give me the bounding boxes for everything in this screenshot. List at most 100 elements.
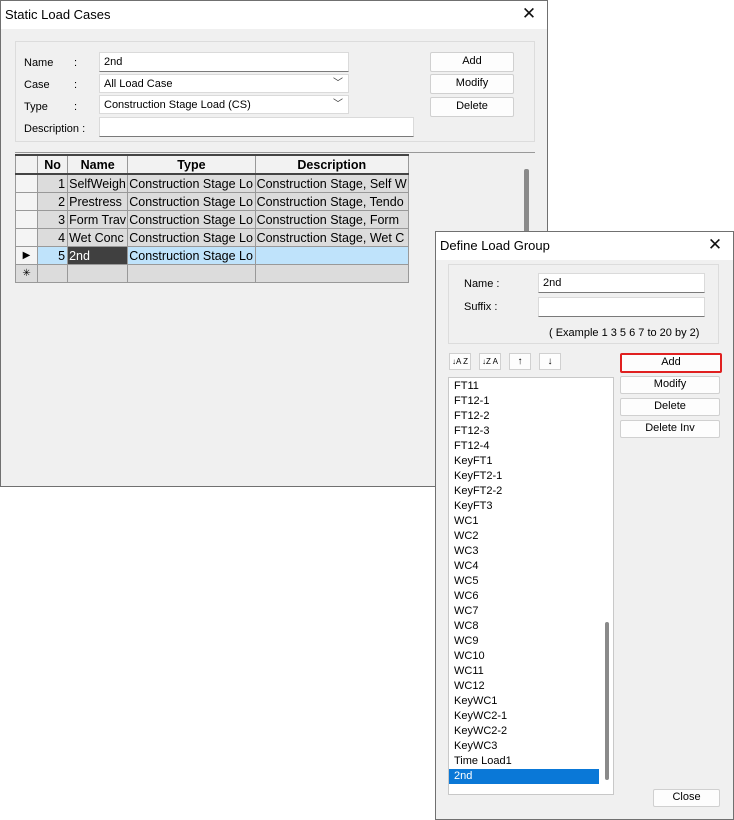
delete-button[interactable]: Delete bbox=[620, 398, 720, 416]
define-load-group-window: Define Load Group ✕ Name : 2nd Suffix : … bbox=[435, 231, 734, 820]
table-row[interactable]: 1 SelfWeigh Construction Stage Lo Constr… bbox=[14, 173, 410, 193]
close-icon[interactable]: ✕ bbox=[519, 4, 539, 24]
list-item[interactable]: FT12-3 bbox=[449, 424, 599, 439]
list-item[interactable]: FT12-1 bbox=[449, 394, 599, 409]
cell-type[interactable]: Construction Stage Lo bbox=[127, 173, 256, 193]
list-item[interactable]: WC5 bbox=[449, 574, 599, 589]
table-row[interactable]: 4 Wet Conc Construction Stage Lo Constru… bbox=[14, 228, 410, 247]
cell-name[interactable]: Prestress bbox=[67, 192, 129, 211]
cell-no[interactable]: 3 bbox=[37, 210, 69, 229]
cell-type[interactable] bbox=[127, 264, 256, 283]
list-item[interactable]: WC10 bbox=[449, 649, 599, 664]
list-item[interactable]: WC3 bbox=[449, 544, 599, 559]
list-item[interactable]: WC4 bbox=[449, 559, 599, 574]
row-header[interactable] bbox=[14, 228, 39, 247]
name-input[interactable]: 2nd bbox=[99, 52, 349, 72]
list-item[interactable]: WC6 bbox=[449, 589, 599, 604]
case-select-value: All Load Case bbox=[104, 78, 173, 90]
row-header[interactable] bbox=[14, 173, 39, 193]
load-group-list-items: FT11 FT12-1 FT12-2 FT12-3 FT12-4 KeyFT1 KeyFT2… bbox=[449, 379, 599, 784]
load-case-form: Name : 2nd Case : All Load Case ﹀ Type :… bbox=[15, 41, 535, 142]
cell-description[interactable]: Construction Stage, Wet C bbox=[254, 228, 410, 247]
table-new-row[interactable]: ✳ bbox=[14, 264, 410, 283]
cell-description[interactable]: Construction Stage, Form bbox=[254, 210, 410, 229]
list-item[interactable]: WC8 bbox=[449, 619, 599, 634]
load-group-form: Name : 2nd Suffix : ( Example 1 3 5 6 7 … bbox=[448, 264, 719, 344]
cell-type[interactable]: Construction Stage Lo bbox=[127, 210, 256, 229]
list-item[interactable]: KeyWC2-2 bbox=[449, 724, 599, 739]
list-item[interactable]: WC12 bbox=[449, 679, 599, 694]
table-row[interactable]: 2 Prestress Construction Stage Lo Constr… bbox=[14, 192, 410, 211]
case-select[interactable]: All Load Case ﹀ bbox=[99, 74, 349, 93]
current-row-icon[interactable]: ▶ bbox=[14, 246, 39, 265]
cell-description[interactable]: Construction Stage, Tendo bbox=[254, 192, 410, 211]
group-name-input[interactable]: 2nd bbox=[538, 273, 705, 293]
move-up-icon[interactable]: ↑ bbox=[509, 353, 531, 370]
table-row-selected[interactable]: ▶ 5 2nd Construction Stage Lo bbox=[14, 246, 410, 265]
list-item[interactable]: KeyWC3 bbox=[449, 739, 599, 754]
list-item[interactable]: WC9 bbox=[449, 634, 599, 649]
suffix-label: Suffix : bbox=[464, 301, 498, 313]
add-button[interactable]: Add bbox=[620, 353, 722, 373]
cell-description[interactable] bbox=[254, 246, 410, 265]
cell-description[interactable]: Construction Stage, Self W bbox=[254, 173, 410, 193]
list-item[interactable]: WC1 bbox=[449, 514, 599, 529]
cell-type[interactable]: Construction Stage Lo bbox=[127, 192, 256, 211]
list-item-selected[interactable]: 2nd bbox=[449, 769, 599, 784]
sort-descending-icon[interactable]: ↓Z A bbox=[479, 353, 501, 370]
cell-type[interactable]: Construction Stage Lo bbox=[127, 246, 256, 265]
list-item[interactable]: KeyFT1 bbox=[449, 454, 599, 469]
close-button[interactable]: Close bbox=[653, 789, 720, 807]
example-text: ( Example 1 3 5 6 7 to 20 by 2) bbox=[549, 327, 700, 339]
cell-name[interactable]: Wet Conc bbox=[67, 228, 129, 247]
cell-description[interactable] bbox=[254, 264, 410, 283]
cell-type[interactable]: Construction Stage Lo bbox=[127, 228, 256, 247]
list-item[interactable]: KeyFT2-1 bbox=[449, 469, 599, 484]
new-row-icon[interactable]: ✳ bbox=[14, 264, 39, 283]
type-select[interactable]: Construction Stage Load (CS) ﹀ bbox=[99, 95, 349, 114]
cell-name[interactable]: Form Trav bbox=[67, 210, 129, 229]
column-header-type[interactable]: Type bbox=[127, 154, 256, 175]
row-header[interactable] bbox=[14, 210, 39, 229]
list-item[interactable]: KeyFT2-2 bbox=[449, 484, 599, 499]
chevron-down-icon: ﹀ bbox=[333, 99, 343, 110]
cell-no[interactable]: 5 bbox=[37, 246, 69, 265]
cell-no[interactable]: 4 bbox=[37, 228, 69, 247]
cell-no[interactable]: 2 bbox=[37, 192, 69, 211]
type-colon: : bbox=[74, 101, 78, 113]
column-header-no[interactable]: No bbox=[37, 154, 69, 175]
delete-inv-button[interactable]: Delete Inv bbox=[620, 420, 720, 438]
add-button[interactable]: Add bbox=[430, 52, 514, 72]
cell-name[interactable] bbox=[67, 264, 129, 283]
modify-button[interactable]: Modify bbox=[620, 376, 720, 394]
cell-name[interactable]: SelfWeigh bbox=[67, 173, 129, 193]
cell-no[interactable] bbox=[37, 264, 69, 283]
column-header-description[interactable]: Description bbox=[254, 154, 410, 175]
list-vertical-scrollbar-thumb[interactable] bbox=[605, 622, 609, 780]
delete-button[interactable]: Delete bbox=[430, 97, 514, 117]
row-header[interactable] bbox=[14, 192, 39, 211]
list-item[interactable]: KeyFT3 bbox=[449, 499, 599, 514]
list-item[interactable]: FT11 bbox=[449, 379, 599, 394]
list-item[interactable]: Time Load1 bbox=[449, 754, 599, 769]
close-icon[interactable]: ✕ bbox=[705, 235, 725, 255]
suffix-input[interactable] bbox=[538, 297, 705, 317]
list-item[interactable]: KeyWC1 bbox=[449, 694, 599, 709]
load-group-list[interactable]: FT11 FT12-1 FT12-2 FT12-3 FT12-4 KeyFT1 KeyFT2… bbox=[448, 377, 614, 795]
list-item[interactable]: FT12-2 bbox=[449, 409, 599, 424]
list-item[interactable]: KeyWC2-1 bbox=[449, 709, 599, 724]
cell-name-editing[interactable]: 2nd bbox=[67, 246, 129, 265]
list-item[interactable]: WC2 bbox=[449, 529, 599, 544]
description-label: Description : bbox=[24, 123, 86, 135]
cell-no[interactable]: 1 bbox=[37, 173, 69, 193]
modify-button[interactable]: Modify bbox=[430, 74, 514, 94]
table-row[interactable]: 3 Form Trav Construction Stage Lo Constr… bbox=[14, 210, 410, 229]
list-item[interactable]: FT12-4 bbox=[449, 439, 599, 454]
list-item[interactable]: WC11 bbox=[449, 664, 599, 679]
title-bar: Static Load Cases ✕ bbox=[1, 1, 547, 29]
move-down-icon[interactable]: ↓ bbox=[539, 353, 561, 370]
column-header-name[interactable]: Name bbox=[67, 154, 129, 175]
sort-ascending-icon[interactable]: ↓A Z bbox=[449, 353, 471, 370]
description-input[interactable] bbox=[99, 117, 414, 137]
list-item[interactable]: WC7 bbox=[449, 604, 599, 619]
